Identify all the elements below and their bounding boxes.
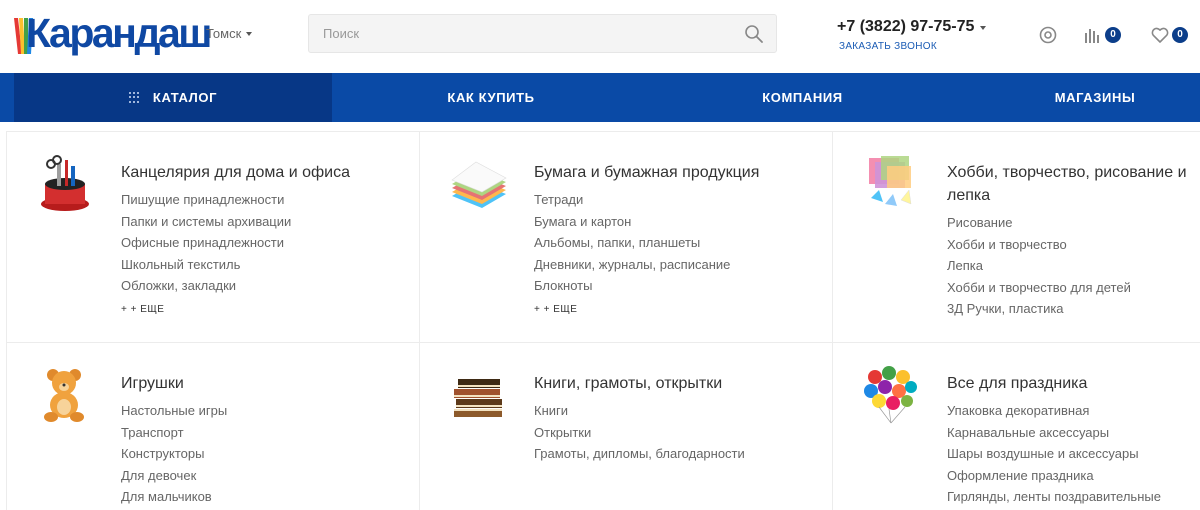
nav-stores[interactable]: МАГАЗИНЫ [990,73,1200,122]
category-title[interactable]: Бумага и бумажная продукция [534,161,784,184]
paper-stack-icon[interactable] [448,154,508,214]
category-title[interactable]: Книги, грамоты, открытки [534,372,784,395]
desk-organizer-icon[interactable] [35,154,95,214]
category-link[interactable]: Хобби и творчество для детей [947,277,1131,299]
city-selector[interactable]: Томск [206,26,253,41]
category-link[interactable]: Школьный текстиль [121,254,291,276]
category-link[interactable]: Конструкторы [121,443,227,465]
category-link[interactable]: Рисование [947,212,1131,234]
city-name: Томск [206,26,242,41]
category-link[interactable]: Гирлянды, ленты поздравительные [947,486,1161,508]
nav-how-to-buy[interactable]: КАК КУПИТЬ [332,73,650,122]
category-link[interactable]: Бумага и картон [534,211,730,233]
teddy-bear-icon[interactable] [35,365,95,425]
user-icon [1039,26,1057,44]
category-links: Книги Открытки Грамоты, дипломы, благода… [534,400,745,465]
category-card: Хобби, творчество, рисование и лепка Рис… [833,132,1200,343]
search-box [308,14,777,53]
books-icon[interactable] [448,365,508,425]
search-input[interactable] [323,15,723,52]
category-link[interactable]: Хобби и творчество [947,234,1131,256]
nav-stores-label: МАГАЗИНЫ [1054,90,1136,105]
category-title[interactable]: Хобби, творчество, рисование и лепка [947,161,1197,207]
favorites-count-badge: 0 [1172,27,1188,43]
category-title[interactable]: Канцелярия для дома и офиса [121,161,371,184]
category-link[interactable]: Лепка [947,255,1131,277]
main-nav: КАТАЛОГ КАК КУПИТЬ КОМПАНИЯ МАГАЗИНЫ [0,73,1200,122]
category-title[interactable]: Игрушки [121,372,371,395]
category-links: Пишущие принадлежности Папки и системы а… [121,189,291,297]
logo[interactable]: Карандаш [12,11,212,58]
category-link[interactable]: Альбомы, папки, планшеты [534,232,730,254]
search-icon[interactable] [744,24,764,44]
category-link[interactable]: Настольные игры [121,400,227,422]
logo-text: Карандаш [26,10,212,56]
category-link[interactable]: Открытки [534,422,745,444]
nav-company[interactable]: КОМПАНИЯ [650,73,955,122]
category-title[interactable]: Все для праздника [947,372,1197,395]
category-link[interactable]: Для девочек [121,465,227,487]
category-link[interactable]: Для мальчиков [121,486,227,508]
more-link[interactable]: + + ЕЩЕ [534,304,577,315]
category-links: Рисование Хобби и творчество Лепка Хобби… [947,212,1131,320]
catalog-grid: Канцелярия для дома и офиса Пишущие прин… [6,131,1200,510]
favorites-button[interactable]: 0 [1150,24,1188,46]
nav-catalog[interactable]: КАТАЛОГ [14,73,332,122]
category-link[interactable]: Шары воздушные и аксессуары [947,443,1161,465]
balloons-icon[interactable] [861,365,921,425]
nav-how-to-buy-label: КАК КУПИТЬ [447,90,535,105]
nav-company-label: КОМПАНИЯ [762,90,843,105]
category-links: Тетради Бумага и картон Альбомы, папки, … [534,189,730,297]
phone-text: +7 (3822) 97-75-75 [837,18,975,35]
category-link[interactable]: Обложки, закладки [121,275,291,297]
category-link[interactable]: Оформление праздника [947,465,1161,487]
caret-down-icon [980,25,987,30]
category-link[interactable]: Упаковка декоративная [947,400,1161,422]
category-link[interactable]: 3Д Ручки, пластика [947,298,1131,320]
category-link[interactable]: Офисные принадлежности [121,232,291,254]
more-link[interactable]: + + ЕЩЕ [121,304,164,315]
compare-button[interactable]: 0 [1083,24,1121,46]
heart-icon [1151,27,1169,43]
category-links: Упаковка декоративная Карнавальные аксес… [947,400,1161,508]
site-header: Карандаш Томск +7 (3822) 97-75-75 ЗАКАЗА… [0,0,1200,73]
caret-down-icon [246,32,253,36]
compare-bars-icon [1085,29,1099,43]
category-link[interactable]: Папки и системы архивации [121,211,291,233]
category-link[interactable]: Транспорт [121,422,227,444]
category-link[interactable]: Книги [534,400,745,422]
category-link[interactable]: Карнавальные аксессуары [947,422,1161,444]
category-card: Игрушки Настольные игры Транспорт Констр… [7,343,420,510]
category-card: Бумага и бумажная продукция Тетради Бума… [420,132,833,343]
nav-catalog-label: КАТАЛОГ [152,90,218,105]
grid-dots-icon [128,91,141,104]
category-card: Канцелярия для дома и офиса Пишущие прин… [7,132,420,343]
category-link[interactable]: Тетради [534,189,730,211]
category-link[interactable]: Пишущие принадлежности [121,189,291,211]
category-card: Все для праздника Упаковка декоративная … [833,343,1200,510]
category-card: Книги, грамоты, открытки Книги Открытки … [420,343,833,510]
category-link[interactable]: Грамоты, дипломы, благодарности [534,443,745,465]
category-links: Настольные игры Транспорт Конструкторы Д… [121,400,227,508]
category-link[interactable]: Дневники, журналы, расписание [534,254,730,276]
phone-number[interactable]: +7 (3822) 97-75-75 [837,18,987,36]
category-link[interactable]: Блокноты [534,275,730,297]
account-button[interactable] [1038,24,1058,46]
compare-count-badge: 0 [1105,27,1121,43]
callback-link[interactable]: ЗАКАЗАТЬ ЗВОНОК [839,41,937,52]
origami-icon[interactable] [861,154,921,214]
